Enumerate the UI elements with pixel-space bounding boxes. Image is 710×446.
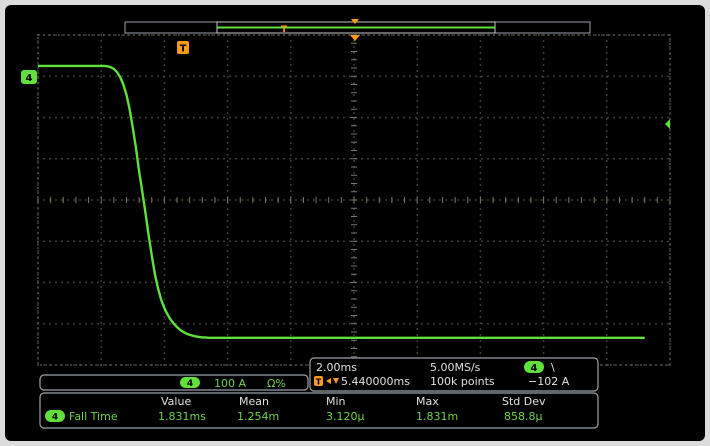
measurement-min: 3.120μ — [326, 410, 365, 423]
header-value: Value — [161, 395, 191, 408]
svg-text:4: 4 — [531, 363, 538, 374]
horizontal-delay: 5.440000ms — [341, 375, 410, 388]
time-per-div: 2.00ms — [316, 361, 357, 374]
channel-scale: 100 A — [214, 377, 246, 390]
channel-scale-bar[interactable]: 4 100 A Ω% — [39, 374, 309, 391]
record-length: 100k points — [430, 375, 495, 388]
trigger-level-marker[interactable] — [665, 119, 670, 129]
channel-4-marker[interactable]: 4 — [21, 70, 37, 84]
sample-rate: 5.00MS/s — [430, 361, 481, 374]
header-max: Max — [416, 395, 439, 408]
horizontal-position-marker[interactable] — [350, 35, 360, 41]
trigger-slope-icon: \ — [551, 361, 555, 374]
svg-text:4: 4 — [187, 379, 193, 389]
header-min: Min — [326, 395, 346, 408]
measurement-std-dev: 858.8μ — [504, 410, 543, 423]
svg-text:T: T — [316, 378, 322, 387]
graticule — [37, 34, 671, 366]
trigger-position-marker[interactable]: T — [177, 41, 189, 55]
header-std-dev: Std Dev — [502, 395, 546, 408]
measurement-max: 1.831m — [416, 410, 458, 423]
svg-text:T: T — [180, 44, 187, 55]
measurement-name: Fall Time — [69, 410, 118, 423]
acquisition-panel[interactable]: 2.00ms 5.00MS/s 4 \ T 5.440000ms 100k po… — [309, 357, 599, 392]
measurement-mean: 1.254m — [237, 410, 279, 423]
measurement-value: 1.831ms — [158, 410, 206, 423]
scope-canvas: T T 4 2.00ms 5.00MS/s 4 \ T 5.440000ms 1… — [21, 19, 671, 429]
svg-text:4: 4 — [26, 73, 33, 84]
measurement-panel[interactable]: Value Mean Min Max Std Dev 4 Fall Time 1… — [39, 392, 599, 429]
scope-display: T T 4 2.00ms 5.00MS/s 4 \ T 5.440000ms 1… — [5, 5, 705, 441]
record-overview-bar[interactable]: T — [124, 19, 591, 35]
channel-coupling: Ω% — [267, 377, 286, 390]
header-mean: Mean — [239, 395, 269, 408]
trigger-level: −102 A — [528, 375, 570, 388]
overview-trigger-marker: T — [281, 25, 288, 35]
svg-text:4: 4 — [52, 413, 58, 423]
